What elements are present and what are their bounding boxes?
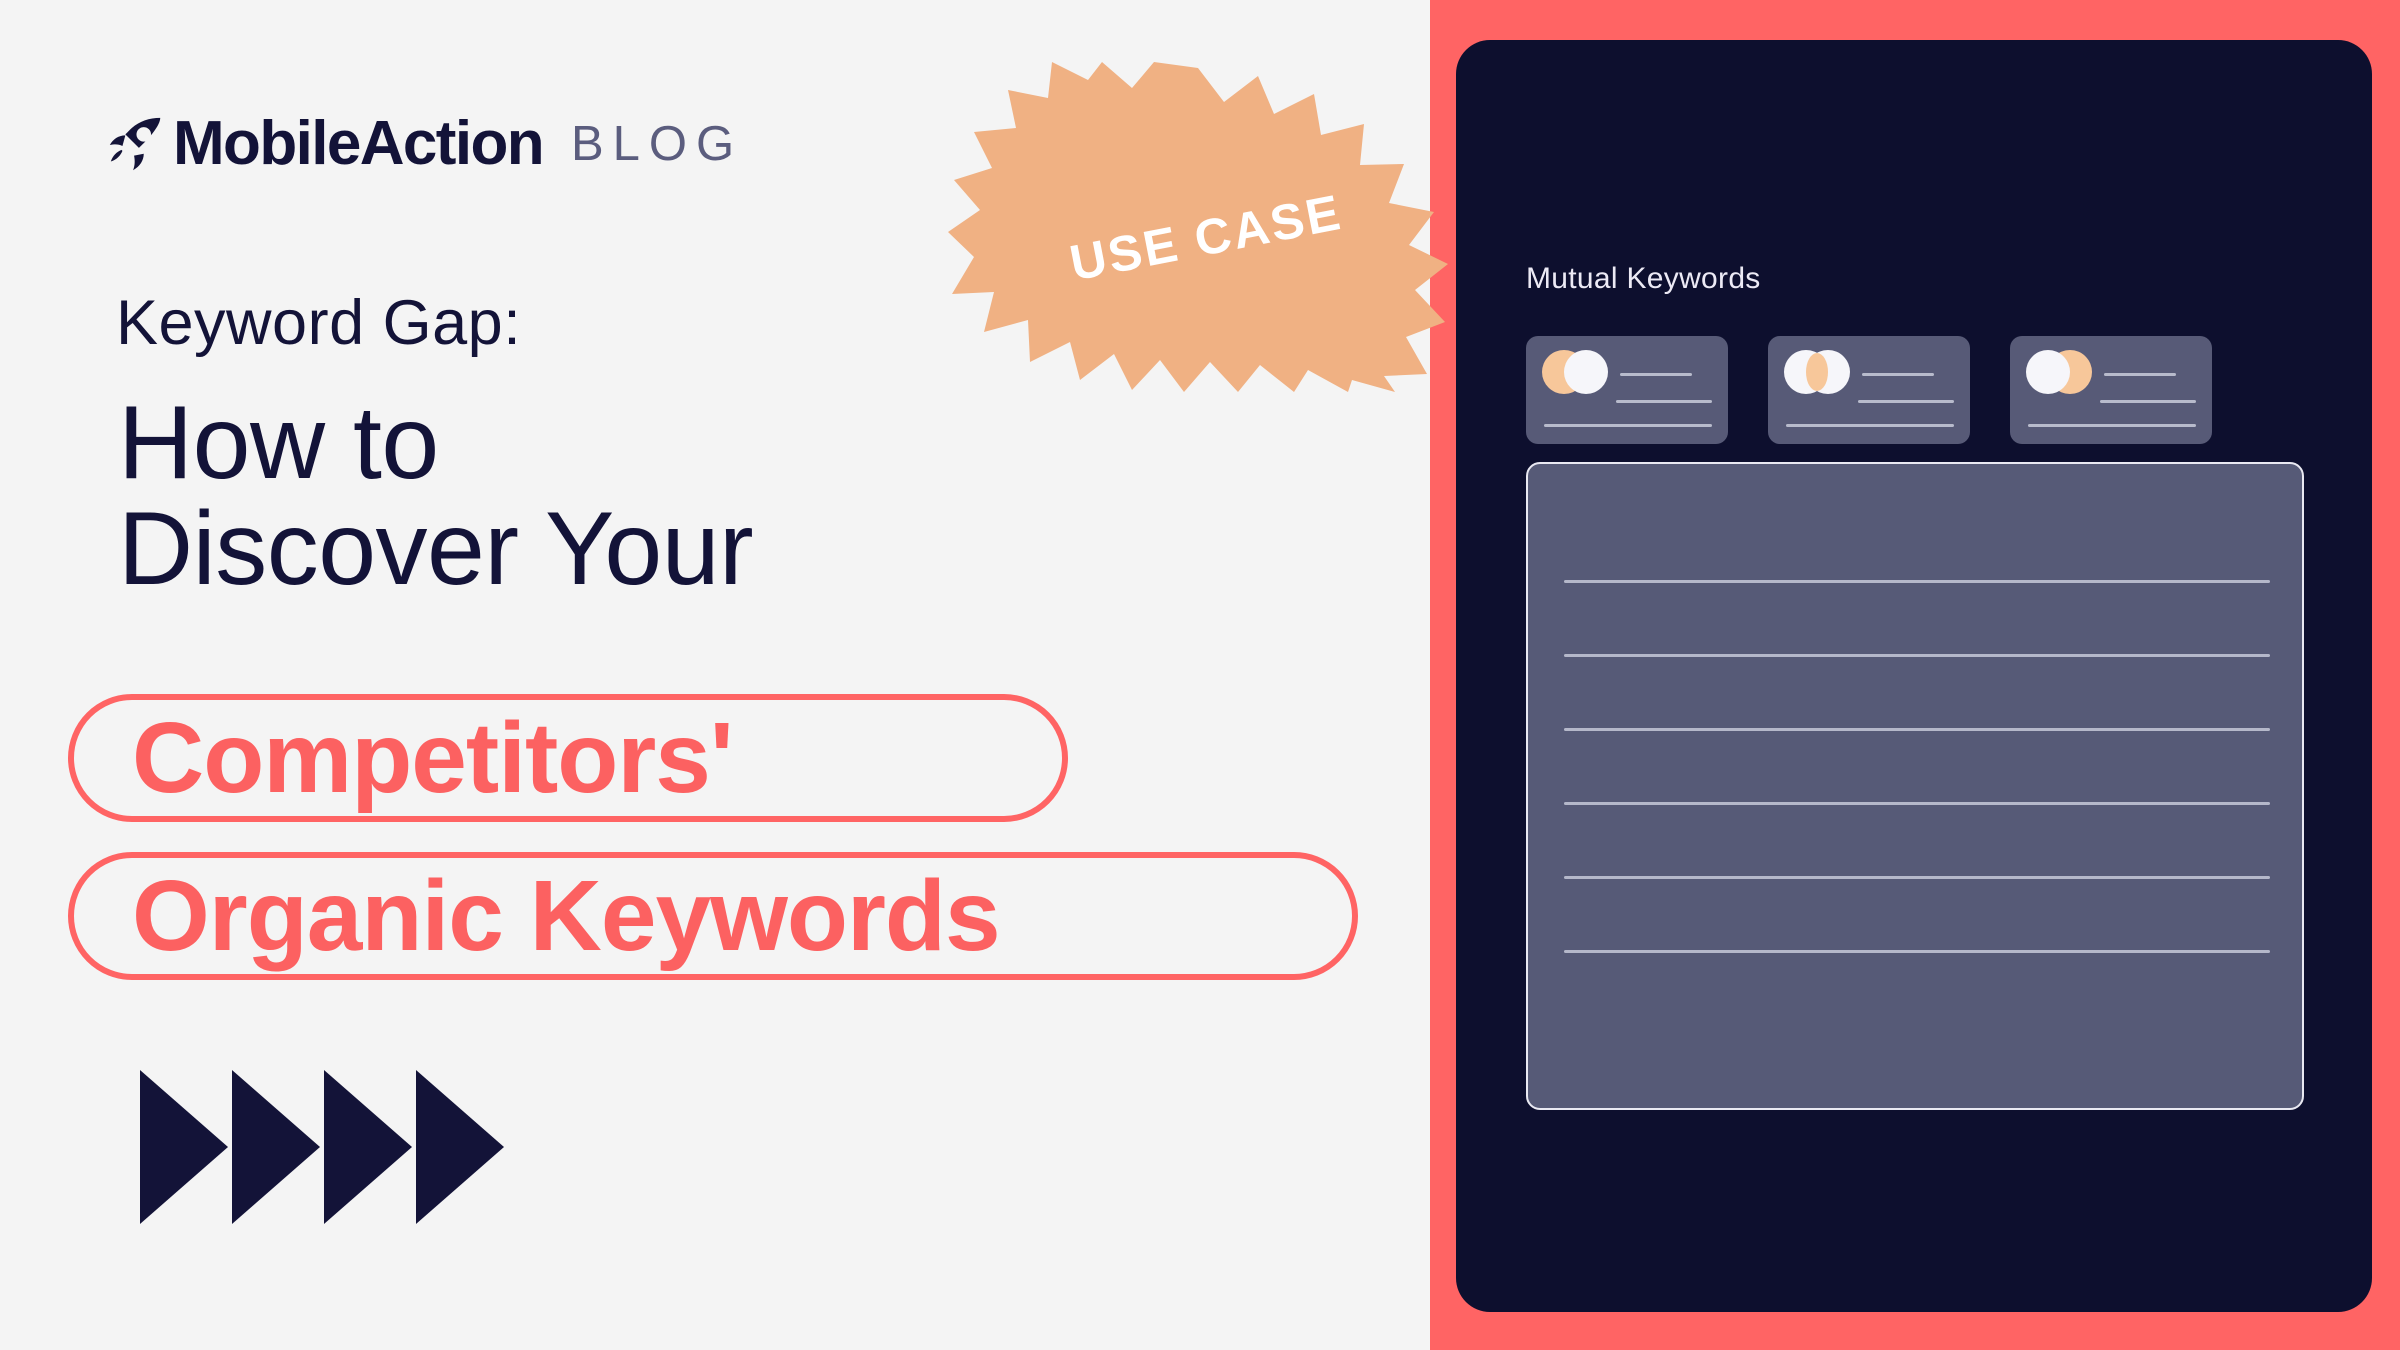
arrow-decoration <box>140 1070 504 1224</box>
chevron-right-triangle-icon <box>416 1070 504 1224</box>
starburst-shape <box>948 62 1448 392</box>
table-row-divider <box>1564 654 2270 657</box>
highlight-pill-organic-keywords-label: Organic Keywords <box>132 860 1001 972</box>
logo-wordmark: MobileAction <box>173 109 545 178</box>
app-screenshot-frame: Mutual Keywords <box>1456 40 2372 1312</box>
table-row-divider <box>1564 876 2270 879</box>
venn-diagram-icon <box>1784 350 1850 394</box>
keyword-card[interactable] <box>1526 336 1728 444</box>
placeholder-line <box>2100 400 2196 403</box>
rocket-icon <box>109 117 161 171</box>
highlight-pill-competitors-label: Competitors' <box>132 702 734 814</box>
logo-section-label: BLOG <box>571 116 744 171</box>
table-row-divider <box>1564 802 2270 805</box>
placeholder-line <box>1544 424 1712 427</box>
placeholder-line <box>1858 400 1954 403</box>
keyword-card[interactable] <box>1768 336 1970 444</box>
highlight-pill-organic-keywords: Organic Keywords <box>68 852 1358 980</box>
placeholder-line <box>2104 373 2176 376</box>
placeholder-line <box>1786 424 1954 427</box>
placeholder-line <box>1620 373 1692 376</box>
venn-diagram-icon <box>2026 350 2092 394</box>
table-row-divider <box>1564 728 2270 731</box>
use-case-badge: USE CASE <box>948 62 1448 392</box>
right-mockup-panel: Mutual Keywords <box>1430 0 2400 1350</box>
highlight-pill-competitors: Competitors' <box>68 694 1068 822</box>
chevron-right-triangle-icon <box>140 1070 228 1224</box>
keywords-table-panel[interactable] <box>1526 462 2304 1110</box>
brand-logo[interactable]: MobileAction BLOG <box>105 112 743 176</box>
mockup-section-title: Mutual Keywords <box>1526 262 1761 295</box>
keyword-card[interactable] <box>2010 336 2212 444</box>
hero-eyebrow: Keyword Gap: <box>116 288 522 358</box>
table-row-divider <box>1564 950 2270 953</box>
chevron-right-triangle-icon <box>324 1070 412 1224</box>
placeholder-line <box>1616 400 1712 403</box>
chevron-right-triangle-icon <box>232 1070 320 1224</box>
page-title: How to Discover Your <box>118 385 754 608</box>
placeholder-line <box>2028 424 2196 427</box>
table-row-divider <box>1564 580 2270 583</box>
mutual-keywords-card-row <box>1526 336 2212 444</box>
venn-diagram-icon <box>1542 350 1608 394</box>
placeholder-line <box>1862 373 1934 376</box>
